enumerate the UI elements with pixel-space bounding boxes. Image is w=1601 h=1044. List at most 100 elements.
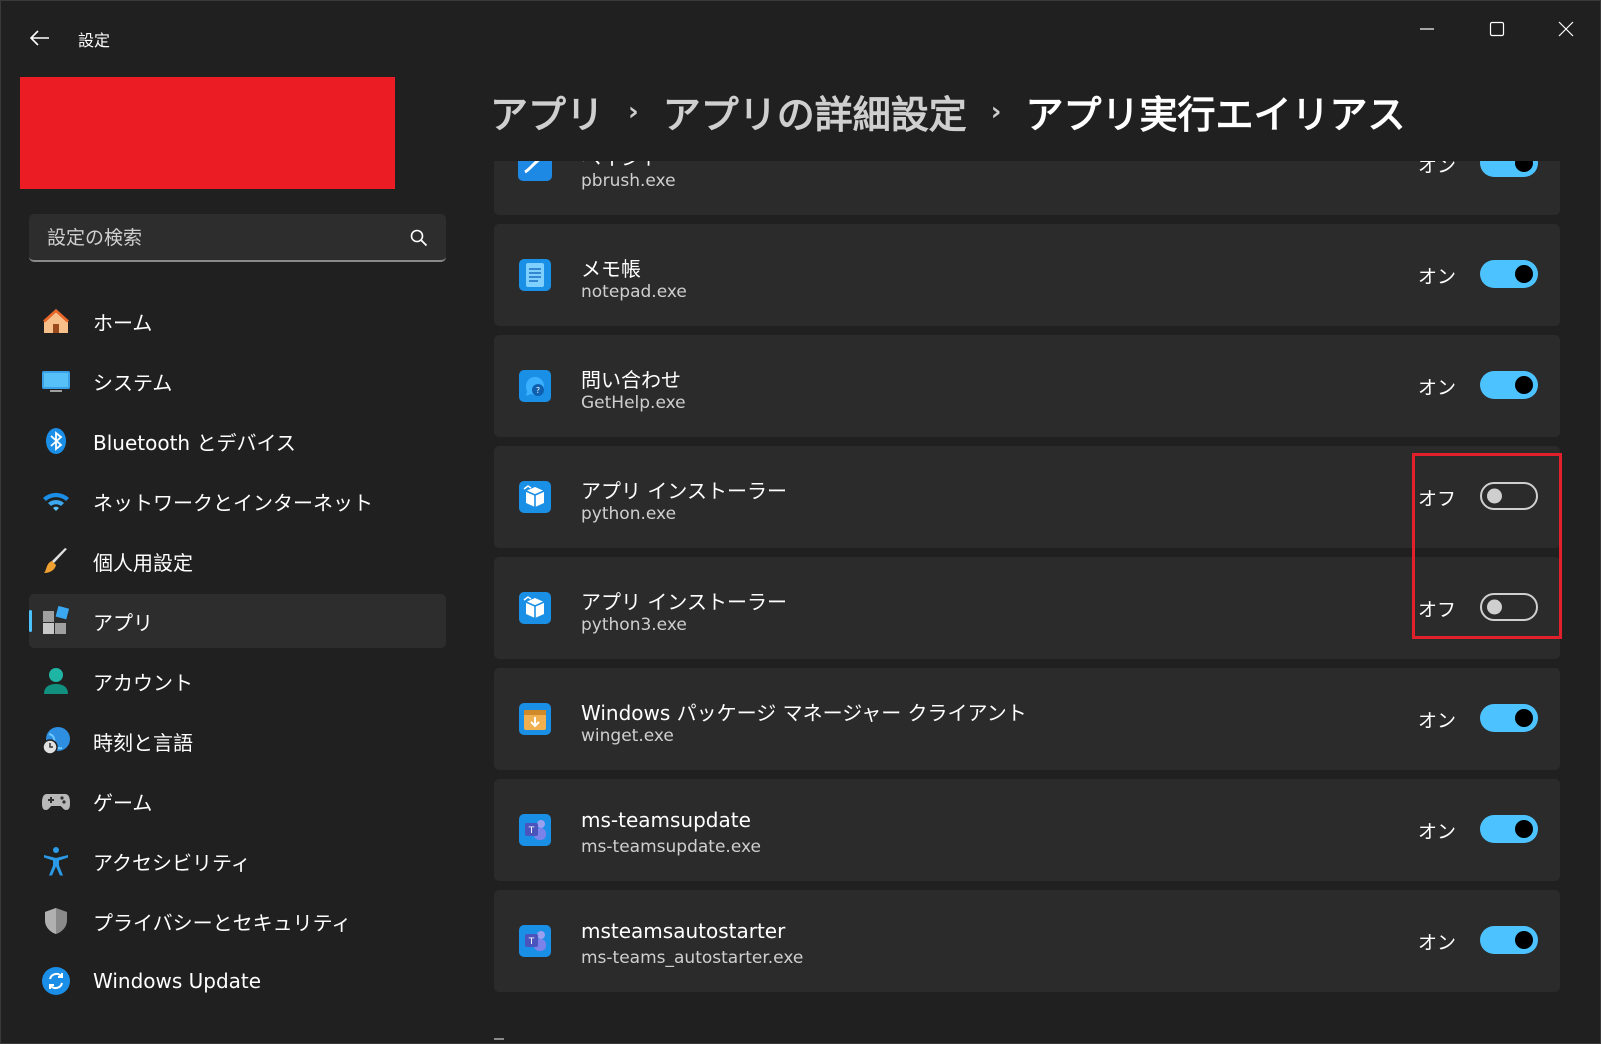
sidebar-item-label: ネットワークとインターネット (93, 490, 373, 515)
sidebar-item-label: Windows Update (93, 969, 262, 993)
alias-toggle[interactable] (1480, 161, 1538, 177)
alias-row-msteamsautostarter: T msteamsautostarter ms-teams_autostarte… (494, 890, 1560, 992)
sidebar-item-label: Bluetooth とデバイス (93, 430, 296, 455)
toggle-state-label: オン (1417, 266, 1456, 288)
breadcrumb-item-advanced-settings[interactable]: アプリの詳細設定 (663, 84, 967, 139)
back-button[interactable] (26, 26, 54, 50)
alias-row-notepad: メモ帳 notepad.exe オン (494, 224, 1560, 326)
alias-title: 問い合わせ (581, 368, 681, 392)
bluetooth-icon (41, 426, 71, 456)
sidebar-item-time-language[interactable]: 時刻と言語 (29, 714, 446, 768)
toggle-knob (1515, 265, 1533, 283)
gamepad-icon (41, 786, 71, 816)
toggle-state-label: オン (1417, 821, 1456, 843)
alias-row-pbrush: ペイント pbrush.exe オン (494, 161, 1560, 215)
chevron-right-icon: › (990, 96, 1002, 127)
alias-exe: python.exe (581, 504, 677, 524)
title-bar: 設定 (0, 0, 1601, 72)
alias-exe: ms-teams_autostarter.exe (581, 948, 804, 968)
alias-toggle[interactable] (1480, 926, 1538, 954)
gethelp-icon: ? (519, 370, 551, 402)
paint-icon (518, 161, 552, 181)
alias-title: ms-teamsupdate (581, 808, 751, 832)
sidebar-item-label: システム (93, 370, 173, 395)
sidebar-item-label: プライバシーとセキュリティ (93, 910, 352, 935)
toggle-knob (1515, 161, 1533, 172)
search-input[interactable] (45, 214, 389, 262)
alias-exe: GetHelp.exe (581, 393, 686, 413)
back-arrow-icon (30, 30, 49, 46)
maximize-button[interactable] (1477, 14, 1517, 44)
chevron-right-icon: › (628, 96, 639, 127)
alias-row-ms-teamsupdate: T ms-teamsupdate ms-teamsupdate.exe オン (494, 779, 1560, 881)
teams-icon: T (519, 814, 551, 846)
search-box[interactable] (29, 214, 446, 262)
scroll-hint (494, 1038, 504, 1040)
alias-title: ペイント (581, 161, 661, 171)
alias-row-python: アプリ インストーラー python.exe オフ (494, 446, 1560, 548)
app-installer-icon (519, 481, 551, 513)
sidebar-nav: ホーム システム Bluetooth とデバイス ネットワークとインターネット … (29, 294, 446, 1014)
wifi-icon (41, 486, 71, 516)
sidebar-item-network[interactable]: ネットワークとインターネット (29, 474, 446, 528)
toggle-state-label: オン (1417, 377, 1456, 399)
alias-title: msteamsautostarter (581, 919, 786, 943)
alias-exe: ms-teamsupdate.exe (581, 837, 761, 857)
sidebar-item-bluetooth[interactable]: Bluetooth とデバイス (29, 414, 446, 468)
breadcrumb: アプリ › アプリの詳細設定 › アプリ実行エイリアス (490, 84, 1405, 139)
time-language-icon (41, 726, 71, 756)
app-title: 設定 (78, 31, 111, 50)
svg-text:T: T (528, 826, 535, 836)
shield-icon (41, 906, 71, 936)
sidebar-item-apps[interactable]: アプリ (29, 594, 446, 648)
toggle-state-label: オン (1417, 710, 1456, 732)
page-title: アプリ実行エイリアス (1025, 93, 1406, 137)
alias-row-python3: アプリ インストーラー python3.exe オフ (494, 557, 1560, 659)
svg-text:T: T (528, 937, 535, 947)
account-icon (41, 666, 71, 696)
system-icon (41, 366, 71, 396)
alias-exe: notepad.exe (581, 282, 687, 302)
alias-exe: python3.exe (581, 615, 687, 635)
close-button[interactable] (1546, 14, 1586, 44)
toggle-state-label: オン (1417, 932, 1456, 954)
breadcrumb-item-apps[interactable]: アプリ (490, 84, 604, 139)
close-icon (1558, 21, 1574, 37)
alias-toggle[interactable] (1480, 371, 1538, 399)
alias-title: アプリ インストーラー (581, 590, 787, 614)
alias-toggle[interactable] (1480, 704, 1538, 732)
sidebar-item-system[interactable]: システム (29, 354, 446, 408)
sidebar-item-gaming[interactable]: ゲーム (29, 774, 446, 828)
toggle-knob (1515, 820, 1533, 838)
brush-icon (41, 546, 71, 576)
toggle-knob (1515, 931, 1533, 949)
sidebar-item-accounts[interactable]: アカウント (29, 654, 446, 708)
settings-window: 設定 ホーム システム (0, 0, 1601, 1044)
redacted-account-area (20, 77, 395, 189)
toggle-state-label: オン (1417, 161, 1456, 177)
accessibility-icon (41, 846, 71, 876)
app-installer-icon (519, 592, 551, 624)
alias-toggle[interactable] (1480, 815, 1538, 843)
alias-row-winget: Windows パッケージ マネージャー クライアント winget.exe オ… (494, 668, 1560, 770)
toggle-knob (1515, 376, 1533, 394)
notepad-icon (519, 259, 551, 291)
home-icon (41, 306, 71, 336)
update-icon (41, 966, 71, 996)
alias-title: Windows パッケージ マネージャー クライアント (581, 701, 1027, 725)
search-icon[interactable] (410, 229, 428, 251)
maximize-icon (1489, 21, 1505, 37)
alias-exe: pbrush.exe (581, 171, 676, 191)
teams-icon: T (519, 925, 551, 957)
sidebar-item-privacy[interactable]: プライバシーとセキュリティ (29, 894, 446, 948)
alias-toggle[interactable] (1480, 260, 1538, 288)
toggle-knob (1515, 709, 1533, 727)
sidebar-item-home[interactable]: ホーム (29, 294, 446, 348)
sidebar-item-personalization[interactable]: 個人用設定 (29, 534, 446, 588)
alias-row-gethelp: ? 問い合わせ GetHelp.exe オン (494, 335, 1560, 437)
sidebar-item-label: アプリ (93, 610, 153, 635)
sidebar-item-windows-update[interactable]: Windows Update (29, 954, 446, 1008)
sidebar-item-accessibility[interactable]: アクセシビリティ (29, 834, 446, 888)
minimize-button[interactable] (1407, 14, 1447, 44)
winget-icon (519, 703, 551, 735)
